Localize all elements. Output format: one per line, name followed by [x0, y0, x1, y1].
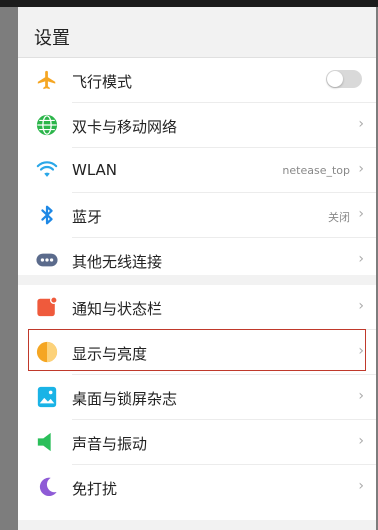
- chevron-right-icon: ›: [358, 388, 364, 404]
- display-sound-group: 通知与状态栏 › 显示与亮度 › 桌面与锁屏杂志 › 声音与振动 › 免打扰 ›: [18, 285, 376, 520]
- wlan-network-value: netease_top: [282, 164, 350, 177]
- row-label: 桌面与锁屏杂志: [72, 390, 178, 408]
- connectivity-group: 飞行模式 双卡与移动网络 › WLAN netease_top › 蓝牙 关闭 …: [18, 58, 376, 275]
- settings-row-dual-sim[interactable]: 双卡与移动网络 ›: [18, 103, 376, 148]
- settings-row-do-not-disturb[interactable]: 免打扰 ›: [18, 465, 376, 510]
- wallpaper-icon: [37, 386, 57, 408]
- notification-icon: [37, 296, 58, 317]
- chevron-right-icon: ›: [358, 206, 364, 222]
- settings-panel: 设置 飞行模式 双卡与移动网络 › WLAN netease_top › 蓝牙 …: [18, 7, 376, 530]
- settings-row-sound-vibration[interactable]: 声音与振动 ›: [18, 420, 376, 465]
- row-label: 通知与状态栏: [72, 300, 163, 318]
- row-label: 免打扰: [72, 480, 118, 498]
- row-label: 蓝牙: [72, 208, 103, 226]
- settings-row-notifications[interactable]: 通知与状态栏 ›: [18, 285, 376, 330]
- status-strip: [0, 0, 378, 7]
- row-label: 其他无线连接: [72, 253, 163, 271]
- chevron-right-icon: ›: [358, 298, 364, 314]
- row-label: 双卡与移动网络: [72, 118, 178, 136]
- row-label: WLAN: [72, 161, 118, 179]
- globe-icon: [36, 114, 58, 136]
- airplane-mode-toggle[interactable]: [326, 70, 362, 88]
- settings-row-bluetooth[interactable]: 蓝牙 关闭 ›: [18, 193, 376, 238]
- settings-row-other-wireless[interactable]: 其他无线连接 ›: [18, 238, 376, 283]
- row-label: 显示与亮度: [72, 345, 148, 363]
- more-connections-icon: [36, 253, 58, 267]
- chevron-right-icon: ›: [358, 478, 364, 494]
- settings-row-wallpaper[interactable]: 桌面与锁屏杂志 ›: [18, 375, 376, 420]
- row-label: 飞行模式: [72, 73, 133, 91]
- header: 设置: [18, 7, 376, 57]
- chevron-right-icon: ›: [358, 116, 364, 132]
- background-edge: [0, 7, 18, 530]
- row-label: 声音与振动: [72, 435, 148, 453]
- chevron-right-icon: ›: [358, 161, 364, 177]
- settings-row-wlan[interactable]: WLAN netease_top ›: [18, 148, 376, 193]
- settings-row-display-brightness[interactable]: 显示与亮度 ›: [18, 330, 376, 375]
- sound-icon: [37, 432, 51, 452]
- airplane-icon: [37, 70, 56, 90]
- chevron-right-icon: ›: [358, 251, 364, 267]
- settings-row-airplane-mode[interactable]: 飞行模式: [18, 58, 376, 103]
- wifi-icon: [36, 161, 58, 177]
- moon-icon: [39, 477, 57, 497]
- chevron-right-icon: ›: [358, 433, 364, 449]
- brightness-icon: [36, 341, 58, 363]
- bluetooth-icon: [41, 205, 53, 225]
- bluetooth-status-value: 关闭: [328, 211, 350, 224]
- page-title: 设置: [34, 28, 70, 49]
- chevron-right-icon: ›: [358, 343, 364, 359]
